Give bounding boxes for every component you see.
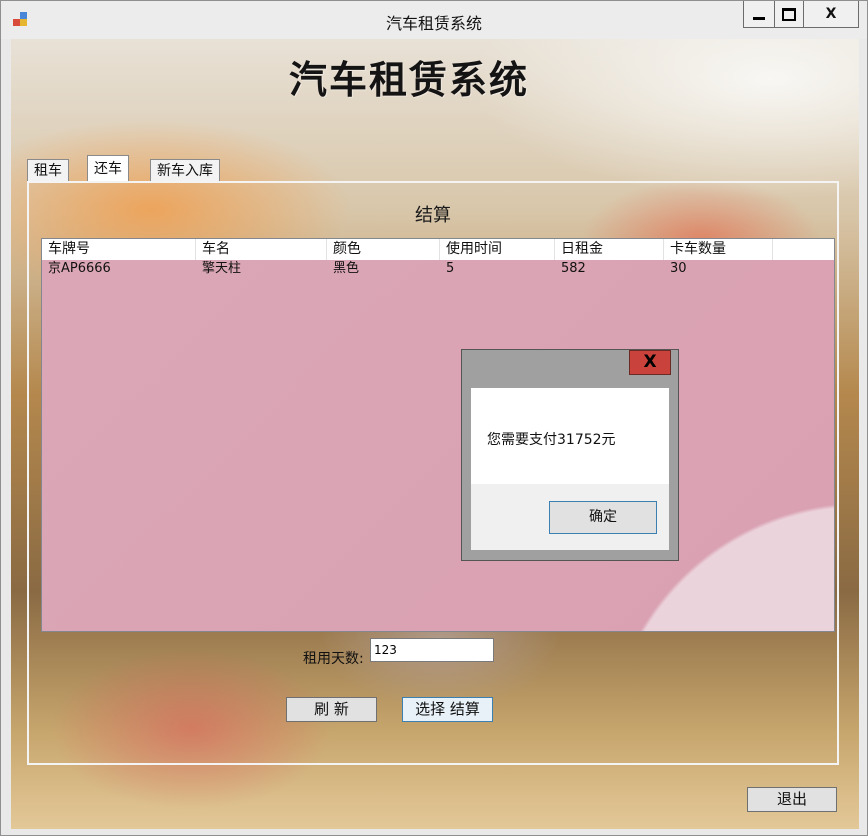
- cell-count: 30: [670, 261, 687, 276]
- header-filler: [773, 239, 834, 260]
- maximize-icon: [782, 7, 796, 21]
- cell-color: 黑色: [333, 261, 360, 276]
- window-controls: X: [743, 1, 859, 28]
- cell-daily-rent: 582: [561, 261, 586, 276]
- refresh-button[interactable]: 刷 新: [286, 697, 377, 722]
- column-header[interactable]: 颜色: [327, 239, 440, 260]
- cell-plate: 京AP6666: [48, 261, 111, 276]
- minimize-icon: [753, 17, 765, 20]
- message-box: X 您需要支付31752元 确定: [461, 349, 679, 561]
- window-title: 汽车租赁系统: [385, 14, 482, 33]
- ok-button[interactable]: 确定: [549, 501, 657, 534]
- maximize-button[interactable]: [775, 1, 804, 28]
- exit-button[interactable]: 退出: [747, 787, 837, 812]
- close-button[interactable]: X: [804, 1, 859, 28]
- list-header: 车牌号 车名 颜色 使用时间 日租金 卡车数量: [42, 239, 834, 260]
- cell-usage-time: 5: [446, 261, 455, 276]
- message-close-button[interactable]: X: [629, 350, 671, 375]
- message-text: 您需要支付31752元: [487, 432, 616, 448]
- client-area: 汽车租赁系统 租车 还车 新车入库 结算 车牌号 车名 颜色 使用时间 日租金 …: [11, 39, 859, 829]
- app-window: 汽车租赁系统 X 汽车租赁系统 租车 还车 新车入库 结算 车牌号 车名 颜色 …: [0, 0, 868, 836]
- tab-label: 还车: [94, 161, 122, 177]
- message-footer: 确定: [471, 484, 669, 550]
- tab-label: 租车: [34, 163, 62, 179]
- column-header[interactable]: 车牌号: [42, 239, 196, 260]
- cell-car-name: 擎天柱: [202, 261, 242, 276]
- page-title: 汽车租赁系统: [288, 57, 529, 102]
- return-tab-panel: 结算 车牌号 车名 颜色 使用时间 日租金 卡车数量 京AP6666 擎天柱 黑…: [27, 181, 839, 765]
- column-header[interactable]: 日租金: [555, 239, 664, 260]
- title-bar: 汽车租赁系统 X: [1, 1, 867, 39]
- tab-return[interactable]: 还车: [87, 155, 129, 181]
- column-header[interactable]: 车名: [196, 239, 327, 260]
- tab-new-car[interactable]: 新车入库: [150, 159, 220, 181]
- tab-rent[interactable]: 租车: [27, 159, 69, 181]
- column-header[interactable]: 使用时间: [440, 239, 555, 260]
- car-list-view[interactable]: 车牌号 车名 颜色 使用时间 日租金 卡车数量 京AP6666 擎天柱 黑色 5…: [41, 238, 835, 632]
- tab-label: 新车入库: [157, 163, 213, 179]
- select-settle-button[interactable]: 选择 结算: [402, 697, 493, 722]
- column-header[interactable]: 卡车数量: [664, 239, 773, 260]
- rental-days-label: 租用天数:: [303, 651, 364, 667]
- message-body: 您需要支付31752元: [471, 388, 669, 484]
- minimize-button[interactable]: [743, 1, 775, 28]
- section-title: 结算: [415, 205, 451, 226]
- close-icon: X: [825, 6, 837, 22]
- close-icon: X: [643, 352, 657, 372]
- table-row[interactable]: 京AP6666 擎天柱 黑色 5 582 30: [42, 260, 773, 278]
- rental-days-input[interactable]: [370, 638, 494, 662]
